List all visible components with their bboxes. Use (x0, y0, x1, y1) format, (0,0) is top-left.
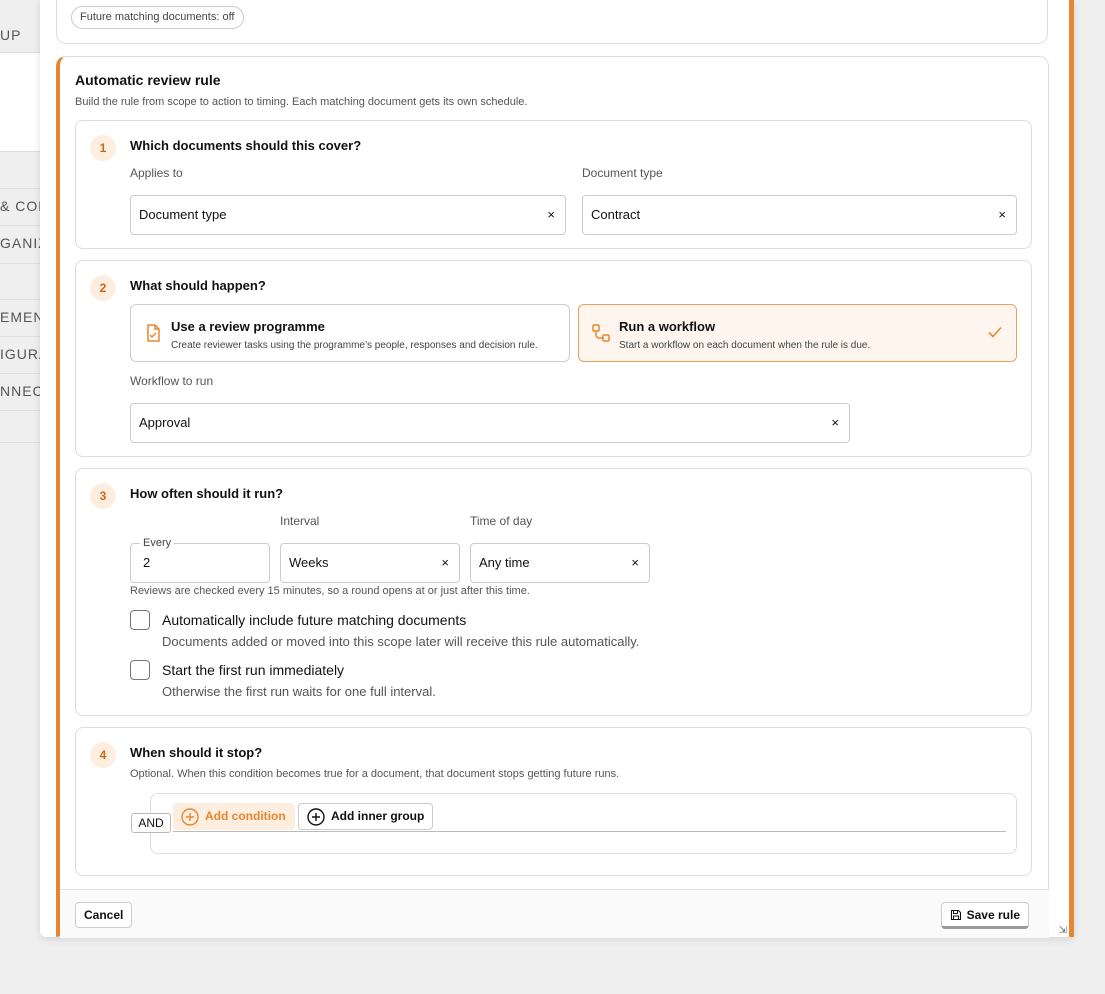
time-of-day-label: Time of day (470, 514, 533, 528)
rule-dialog: Future matching documents: off Automatic… (40, 0, 1074, 938)
time-of-day-value: Any time (479, 555, 530, 570)
rule-title: Automatic review rule (75, 72, 221, 88)
checkmark-icon (988, 326, 1002, 338)
add-inner-group-button[interactable]: Add inner group (298, 803, 434, 830)
step-title: What should happen? (130, 278, 266, 293)
step-subtitle: Optional. When this condition becomes tr… (130, 768, 620, 780)
step-number: 3 (90, 483, 116, 509)
operator-toggle[interactable]: AND (131, 813, 171, 833)
checkbox-label[interactable]: Automatically include future matching do… (162, 612, 466, 628)
clear-icon[interactable]: × (631, 544, 639, 582)
step-action: 2 What should happen? Use a review progr… (75, 260, 1032, 457)
applies-to-label: Applies to (130, 166, 183, 180)
save-rule-label: Save rule (966, 907, 1020, 922)
step-title: How often should it run? (130, 486, 284, 501)
option-title: Run a workflow (619, 319, 716, 334)
workflow-label: Workflow to run (130, 374, 214, 388)
plus-circle-icon (181, 807, 199, 826)
option-title: Use a review programme (171, 319, 325, 334)
clear-icon[interactable]: × (441, 544, 449, 582)
applies-to-value: Document type (139, 207, 227, 222)
option-run-workflow[interactable]: Run a workflow Start a workflow on each … (578, 304, 1017, 362)
cancel-button[interactable]: Cancel (75, 902, 133, 928)
time-of-day-select[interactable]: Any time × (470, 543, 650, 583)
checkbox-label[interactable]: Start the first run immediately (162, 662, 344, 678)
step-stop-condition: 4 When should it stop? Optional. When th… (75, 727, 1032, 876)
step-number: 1 (90, 135, 116, 161)
applies-to-select[interactable]: Document type × (130, 195, 566, 235)
step-schedule: 3 How often should it run? Every 2 Inter… (75, 468, 1032, 716)
include-future-checkbox[interactable] (130, 610, 150, 630)
step-title: When should it stop? (130, 745, 263, 760)
step-title: Which documents should this cover? (130, 138, 362, 153)
automatic-review-rule-card: Automatic review rule Build the rule fro… (56, 56, 1049, 938)
document-type-select[interactable]: Contract × (582, 195, 1017, 235)
document-type-label: Document type (582, 166, 663, 180)
add-condition-label: Add condition (205, 809, 286, 823)
interval-value: Weeks (289, 555, 329, 570)
every-value: 2 (143, 555, 151, 570)
workflow-icon (592, 324, 610, 342)
workflow-select[interactable]: Approval × (130, 403, 850, 443)
option-description: Start a workflow on each document when t… (619, 340, 871, 351)
summary-card: Future matching documents: off (56, 0, 1048, 44)
plus-circle-icon (307, 807, 325, 826)
save-rule-button[interactable]: Save rule (940, 902, 1029, 929)
add-inner-group-label: Add inner group (331, 809, 425, 823)
checkbox-description: Otherwise the first run waits for one fu… (162, 684, 436, 699)
every-input[interactable]: Every 2 (130, 536, 270, 583)
document-check-icon (147, 324, 160, 342)
option-review-programme[interactable]: Use a review programme Create reviewer t… (130, 304, 570, 362)
condition-group: Add condition Add inner group (150, 793, 1017, 854)
step-number: 2 (90, 275, 116, 301)
add-condition-button[interactable]: Add condition (173, 803, 295, 830)
step-scope: 1 Which documents should this cover? App… (75, 120, 1032, 249)
schedule-hint: Reviews are checked every 15 minutes, so… (130, 585, 530, 597)
clear-icon[interactable]: × (998, 196, 1006, 234)
save-icon (950, 909, 961, 920)
workflow-value: Approval (139, 415, 191, 430)
clear-icon[interactable]: × (831, 404, 839, 442)
checkbox-description: Documents added or moved into this scope… (162, 634, 640, 649)
future-matching-chip: Future matching documents: off (71, 6, 244, 29)
option-description: Create reviewer tasks using the programm… (171, 340, 538, 351)
divider (173, 831, 1006, 832)
clear-icon[interactable]: × (547, 196, 555, 234)
start-immediately-checkbox[interactable] (130, 660, 150, 680)
interval-label: Interval (280, 514, 320, 528)
rule-subtitle: Build the rule from scope to action to t… (75, 96, 528, 108)
resize-handle-icon[interactable]: ⇲ (1059, 925, 1067, 936)
document-type-value: Contract (591, 207, 641, 222)
dialog-footer: Cancel Save rule (60, 889, 1049, 938)
every-label: Every (140, 536, 175, 550)
step-number: 4 (90, 742, 116, 768)
interval-select[interactable]: Weeks × (280, 543, 460, 583)
